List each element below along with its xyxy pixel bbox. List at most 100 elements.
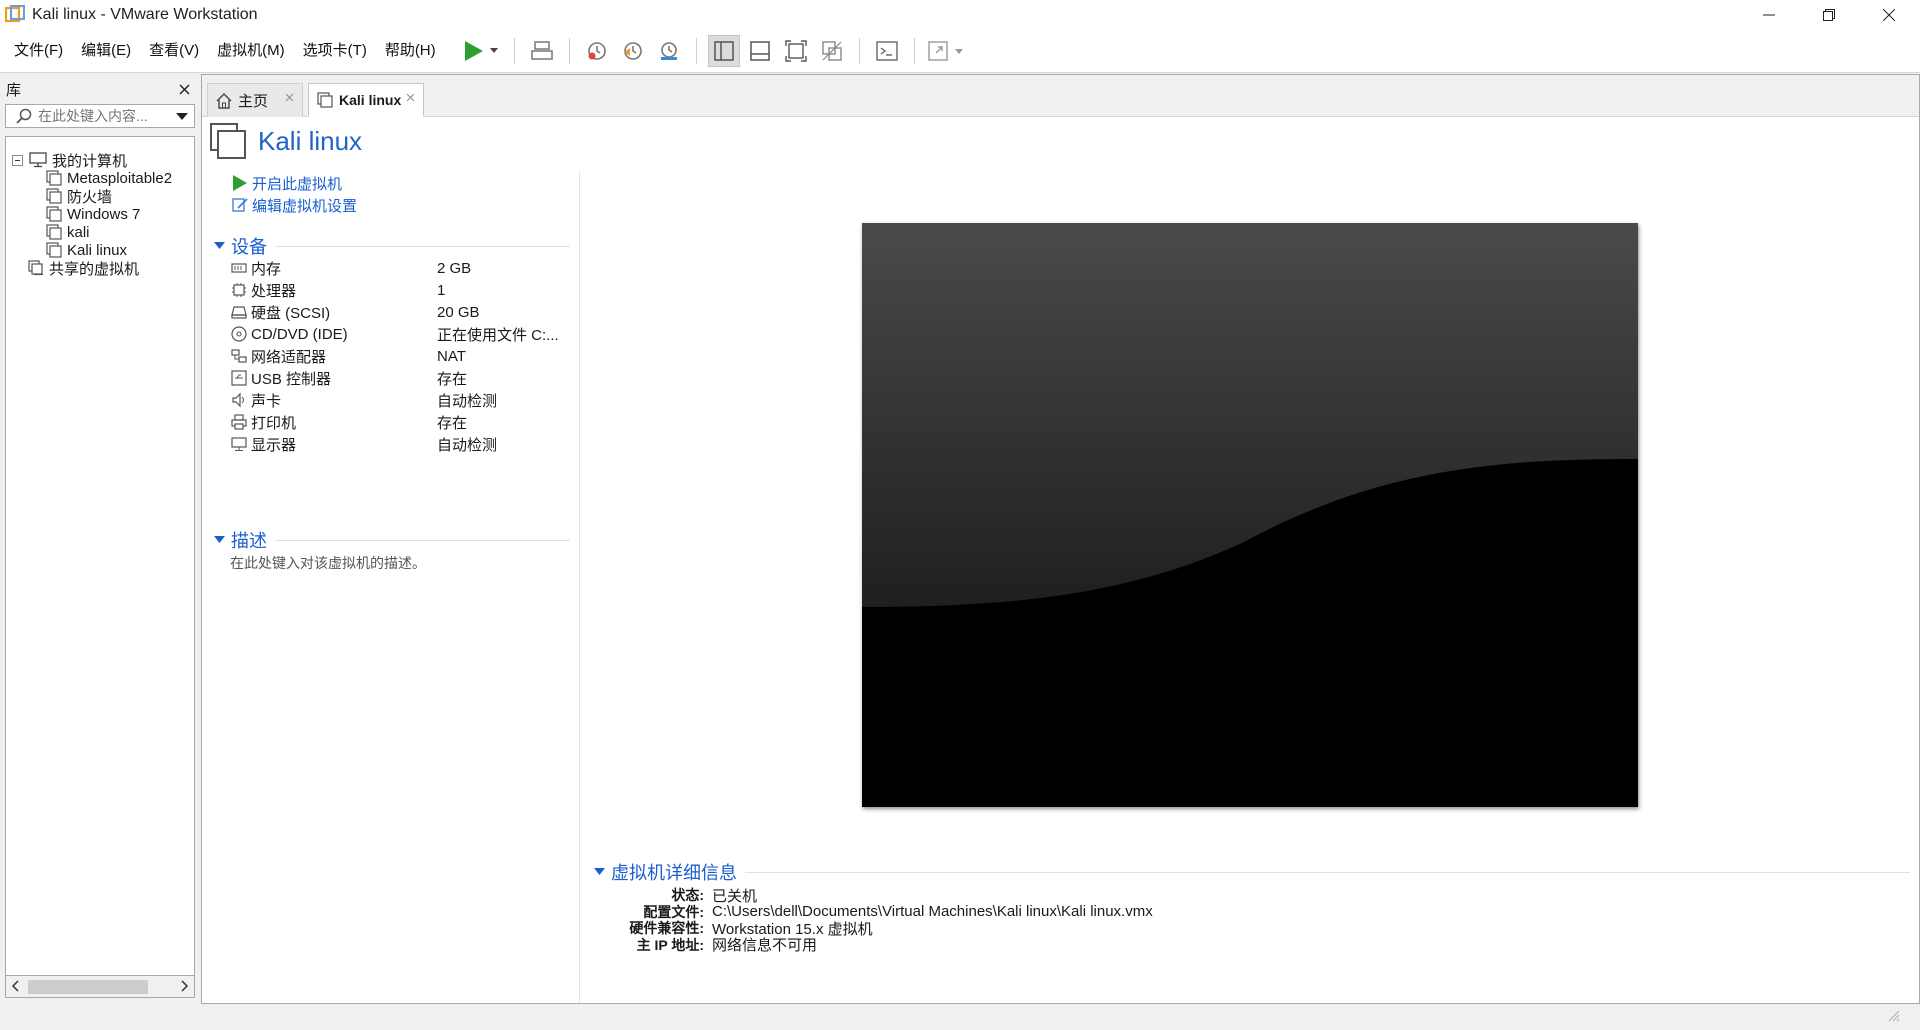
thumbnail-layout-icon [749, 40, 770, 61]
restore-button[interactable] [1800, 0, 1858, 29]
tree-item-shared-vms[interactable]: 共享的虚拟机 [28, 257, 139, 279]
close-tab-icon[interactable] [285, 93, 294, 102]
snapshot-icon [587, 41, 606, 60]
thumbnail-bar-button[interactable] [744, 35, 776, 67]
vm-screen-preview[interactable] [862, 223, 1638, 807]
details-section-header[interactable]: 虚拟机详细信息 [594, 859, 1910, 885]
menu-tabs[interactable]: 选项卡(T) [294, 29, 376, 73]
tab-kali-linux[interactable]: Kali linux [308, 83, 424, 117]
device-value: 自动检测 [437, 436, 498, 454]
device-row[interactable]: USB 控制器 存在 [231, 367, 571, 389]
snapshot-manager-button[interactable] [653, 35, 685, 67]
toolbar-separator [695, 37, 697, 64]
full-screen-button[interactable] [780, 35, 812, 67]
library-title: 库 [6, 81, 22, 99]
snapshot-manager-icon [660, 41, 677, 60]
description-section-header[interactable]: 描述 [214, 527, 570, 553]
edit-settings-label: 编辑虚拟机设置 [252, 197, 358, 215]
unity-icon [821, 40, 842, 61]
device-label: 显示器 [251, 436, 297, 454]
resize-grip-icon[interactable] [1886, 1008, 1900, 1022]
menu-toolbar: 文件(F) 编辑(E) 查看(V) 虚拟机(M) 选项卡(T) 帮助(H) [0, 29, 1920, 73]
show-library-button[interactable] [707, 34, 740, 67]
device-row[interactable]: 处理器 1 [231, 279, 571, 301]
device-row[interactable]: 内存 2 GB [231, 257, 571, 279]
library-header: 库 [0, 74, 198, 104]
device-value: 正在使用文件 C:... [437, 326, 559, 344]
device-label: USB 控制器 [251, 370, 332, 388]
device-label: 处理器 [251, 282, 297, 300]
detail-value: 网络信息不可用 [712, 937, 818, 954]
search-icon [16, 108, 32, 124]
vm-icon [46, 170, 62, 186]
close-tab-icon[interactable] [406, 93, 415, 102]
collapse-toggle-icon[interactable] [12, 154, 23, 166]
main-panel: 主页 Kali linux Kali linux 开启此虚拟机 编辑虚拟机设置 … [201, 74, 1920, 1004]
close-window-button[interactable] [1860, 0, 1918, 29]
take-snapshot-button[interactable] [581, 35, 613, 67]
device-row[interactable]: 声卡 自动检测 [231, 389, 571, 411]
library-search-input[interactable] [38, 108, 168, 124]
section-divider [275, 245, 570, 247]
minimize-button[interactable] [1740, 0, 1798, 29]
window-title: Kali linux - VMware Workstation [32, 5, 258, 23]
menu-help[interactable]: 帮助(H) [376, 29, 445, 73]
power-on-dropdown-button[interactable] [459, 35, 503, 67]
toolbar-separator [858, 37, 860, 64]
keyboard-icon [530, 40, 553, 60]
device-row[interactable]: CD/DVD (IDE) 正在使用文件 C:... [231, 323, 571, 345]
usb-icon [231, 370, 247, 386]
close-library-icon[interactable] [179, 84, 190, 95]
tab-home[interactable]: 主页 [207, 83, 303, 117]
unity-button[interactable] [816, 35, 848, 67]
collapse-triangle-icon [214, 242, 225, 249]
library-horizontal-scrollbar[interactable] [5, 976, 195, 998]
menu-vm[interactable]: 虚拟机(M) [208, 29, 294, 73]
scroll-left-icon[interactable] [11, 980, 19, 992]
scrollbar-thumb[interactable] [28, 980, 148, 994]
console-view-button[interactable] [871, 35, 903, 67]
details-title: 虚拟机详细信息 [611, 863, 737, 883]
title-bar: Kali linux - VMware Workstation [0, 0, 1920, 29]
library-pane: 库 我的计算机 Metasploitable2 防火墙 Windows 7 [0, 74, 198, 1004]
play-icon [464, 40, 498, 61]
menu-view[interactable]: 查看(V) [140, 29, 208, 73]
tree-label: kali [67, 223, 90, 241]
play-icon [233, 175, 247, 191]
device-row[interactable]: 网络适配器 NAT [231, 345, 571, 367]
devices-section-header[interactable]: 设备 [214, 233, 570, 259]
status-bar [0, 1004, 1920, 1030]
vm-name: Kali linux [258, 125, 363, 156]
device-label: 硬盘 (SCSI) [251, 304, 331, 322]
hard-disk-icon [231, 306, 247, 319]
power-on-label: 开启此虚拟机 [252, 175, 343, 193]
scroll-right-icon[interactable] [181, 980, 189, 992]
minimize-icon [1763, 14, 1775, 15]
revert-snapshot-button[interactable] [617, 35, 649, 67]
device-row[interactable]: 打印机 存在 [231, 411, 571, 433]
vmware-logo-icon [5, 4, 25, 22]
computer-icon [29, 152, 47, 168]
power-on-vm-link[interactable]: 开启此虚拟机 [232, 171, 342, 195]
vm-powered-off-screen [862, 223, 1638, 807]
tab-strip: 主页 Kali linux [202, 75, 1919, 117]
send-ctrl-alt-del-button[interactable] [526, 35, 558, 67]
menu-file[interactable]: 文件(F) [5, 29, 72, 73]
device-row[interactable]: 硬盘 (SCSI) 20 GB [231, 301, 571, 323]
section-divider [275, 539, 570, 541]
description-input[interactable]: 在此处键入对该虚拟机的描述。 [230, 553, 426, 573]
edit-settings-icon [232, 198, 248, 212]
device-row[interactable]: 显示器 自动检测 [231, 433, 571, 455]
section-divider [745, 871, 1910, 873]
edit-vm-settings-link[interactable]: 编辑虚拟机设置 [232, 193, 357, 217]
stretch-guest-dropdown-button[interactable] [926, 35, 970, 67]
restore-icon [1823, 8, 1835, 21]
library-tree: 我的计算机 Metasploitable2 防火墙 Windows 7 kali… [5, 136, 195, 976]
network-adapter-icon [231, 349, 247, 363]
menu-edit[interactable]: 编辑(E) [72, 29, 140, 73]
devices-title: 设备 [231, 237, 267, 257]
chevron-down-icon[interactable] [176, 113, 188, 121]
toolbar-separator [568, 37, 570, 64]
tree-label: 共享的虚拟机 [49, 260, 140, 278]
detail-row: 主 IP 地址: 网络信息不可用 [594, 935, 817, 955]
